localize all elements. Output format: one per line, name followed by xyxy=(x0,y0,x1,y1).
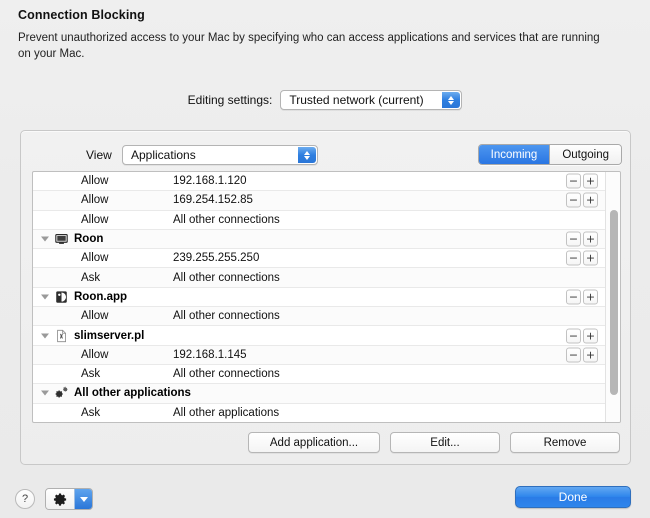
rule-target: 192.168.1.120 xyxy=(173,175,247,188)
rule-target: 169.254.152.85 xyxy=(173,194,253,207)
disclosure-triangle-icon[interactable] xyxy=(41,333,49,339)
rule-target: All other connections xyxy=(173,213,280,226)
editing-settings-label: Editing settings: xyxy=(187,93,273,107)
row-remove-button[interactable]: − xyxy=(566,231,581,247)
tab-outgoing[interactable]: Outgoing xyxy=(549,145,621,164)
list-item-rule[interactable]: Allow All other connections xyxy=(33,211,606,230)
group-label: All other applications xyxy=(74,387,191,400)
direction-segmented-control: Incoming Outgoing xyxy=(477,144,622,165)
group-label: Roon.app xyxy=(74,290,128,303)
disclosure-triangle-icon[interactable] xyxy=(41,294,49,300)
row-remove-button[interactable]: − xyxy=(566,192,581,208)
list-item-rule[interactable]: Allow 192.168.1.145 − + xyxy=(33,345,606,365)
up-down-stepper-icon[interactable] xyxy=(298,147,316,163)
row-remove-button[interactable]: − xyxy=(566,289,581,305)
row-add-remove-buttons: − + xyxy=(566,328,598,344)
list-item-group[interactable]: slimserver.pl − + xyxy=(33,326,606,346)
editing-settings-row: Editing settings: Trusted network (curre… xyxy=(0,90,650,110)
view-label: View xyxy=(86,148,112,162)
rule-target: 239.255.255.250 xyxy=(173,252,260,265)
list-item-group[interactable]: All other applications xyxy=(33,384,606,404)
rule-target: All other connections xyxy=(173,368,280,381)
rule-target: All other connections xyxy=(173,271,280,284)
view-row: View Applications Incoming Outgoing xyxy=(21,144,632,166)
chevron-down-icon[interactable] xyxy=(74,489,92,509)
rule-action: Ask xyxy=(81,406,101,419)
remove-button[interactable]: Remove xyxy=(510,432,620,453)
list-item-group[interactable]: Roon − + xyxy=(33,229,606,250)
action-menu-button[interactable] xyxy=(45,488,93,510)
rules-list: Allow 192.168.1.120− + Allow 169.254.152.85−… xyxy=(32,171,621,423)
row-add-button[interactable]: + xyxy=(583,192,598,208)
scrollbar-thumb[interactable] xyxy=(610,210,618,395)
row-add-button[interactable]: + xyxy=(583,289,598,305)
done-button[interactable]: Done xyxy=(515,486,631,508)
rule-action: Allow xyxy=(81,310,109,323)
rule-target: 192.168.1.145 xyxy=(173,348,247,361)
disclosure-triangle-icon[interactable] xyxy=(41,236,49,242)
tab-incoming[interactable]: Incoming xyxy=(478,145,550,164)
connection-rules-panel: View Applications Incoming Outgoing Allo… xyxy=(20,130,631,465)
row-add-button[interactable]: + xyxy=(583,347,598,363)
add-application-button[interactable]: Add application... xyxy=(248,432,380,453)
view-popup[interactable]: Applications xyxy=(122,145,318,165)
row-remove-button[interactable]: − xyxy=(566,347,581,363)
list-item-rule[interactable]: Ask All other applications xyxy=(33,404,606,422)
rule-target: All other applications xyxy=(173,406,280,419)
up-down-stepper-icon[interactable] xyxy=(442,92,461,108)
list-item-rule[interactable]: Ask All other connections xyxy=(33,268,606,288)
row-add-remove-buttons: − + xyxy=(566,173,598,189)
panel-action-buttons: Add application... Edit... Remove xyxy=(248,432,620,453)
list-item-rule[interactable]: Allow All other connections xyxy=(33,307,606,327)
row-add-remove-buttons: − + xyxy=(566,289,598,305)
view-value: Applications xyxy=(131,148,196,162)
gear-icon[interactable] xyxy=(46,489,74,509)
group-label: Roon xyxy=(74,233,104,246)
list-item-rule[interactable]: Allow 192.168.1.120 − + xyxy=(33,172,606,192)
edit-button[interactable]: Edit... xyxy=(390,432,500,453)
row-remove-button[interactable]: − xyxy=(566,173,581,189)
disclosure-triangle-icon[interactable] xyxy=(41,390,49,396)
help-button[interactable]: ? xyxy=(15,489,35,509)
row-add-button[interactable]: + xyxy=(583,173,598,189)
row-add-button[interactable]: + xyxy=(583,231,598,247)
display-icon xyxy=(55,233,68,246)
row-add-remove-buttons: − + xyxy=(566,231,598,247)
list-item-group[interactable]: Roon.app − + xyxy=(33,288,606,308)
row-add-remove-buttons: − + xyxy=(566,250,598,266)
rules-list-rows: Allow 192.168.1.120− + Allow 169.254.152.85−… xyxy=(33,172,606,422)
editing-settings-popup[interactable]: Trusted network (current) xyxy=(280,90,463,110)
row-remove-button[interactable]: − xyxy=(566,250,581,266)
gears-icon xyxy=(55,387,68,400)
script-file-icon xyxy=(55,329,68,342)
rule-action: Allow xyxy=(81,213,109,226)
row-remove-button[interactable]: − xyxy=(566,328,581,344)
row-add-remove-buttons: − + xyxy=(566,192,598,208)
page-description: Prevent unauthorized access to your Mac … xyxy=(18,32,600,60)
row-add-button[interactable]: + xyxy=(583,328,598,344)
rules-list-scrollbar[interactable] xyxy=(605,172,620,422)
editing-settings-value: Trusted network (current) xyxy=(289,93,424,107)
row-add-button[interactable]: + xyxy=(583,250,598,266)
rule-action: Allow xyxy=(81,194,109,207)
page-title: Connection Blocking xyxy=(18,8,145,22)
app-icon xyxy=(55,290,68,303)
rule-action: Allow xyxy=(81,175,109,188)
list-item-rule[interactable]: Allow 239.255.255.250 − + xyxy=(33,249,606,269)
rule-action: Allow xyxy=(81,348,109,361)
rule-action: Allow xyxy=(81,252,109,265)
rule-target: All other connections xyxy=(173,310,280,323)
rule-action: Ask xyxy=(81,368,101,381)
list-item-rule[interactable]: Allow 169.254.152.85 − + xyxy=(33,191,606,211)
row-add-remove-buttons: − + xyxy=(566,347,598,363)
list-item-rule[interactable]: Ask All other connections xyxy=(33,365,606,385)
sheet-header: Connection Blocking Prevent unauthorized… xyxy=(18,8,618,62)
group-label: slimserver.pl xyxy=(74,329,145,342)
rule-action: Ask xyxy=(81,271,101,284)
